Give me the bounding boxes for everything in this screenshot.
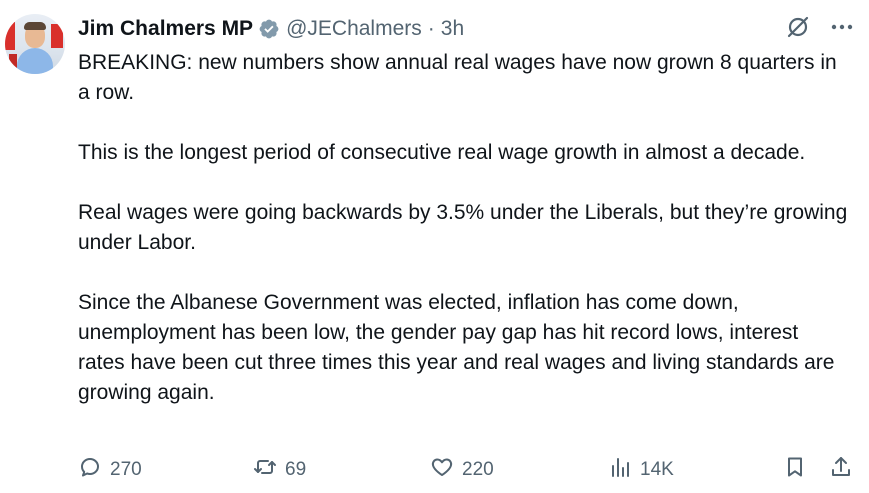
views-icon — [608, 455, 632, 485]
share-icon — [829, 455, 853, 485]
separator-dot: · — [427, 17, 435, 40]
repost-button[interactable]: 69 — [253, 455, 306, 485]
avatar[interactable] — [5, 14, 65, 74]
author-name[interactable]: Jim Chalmers MP — [78, 17, 253, 41]
reply-button[interactable]: 270 — [78, 455, 142, 485]
views-count: 14K — [640, 459, 674, 480]
action-bar: 270 69 220 14K — [78, 455, 858, 485]
repost-icon — [253, 455, 277, 485]
avatar-hair — [24, 22, 46, 30]
tweet-paragraph: Real wages were going backwards by 3.5% … — [78, 201, 848, 254]
avatar-shirt — [17, 48, 53, 74]
tweet-paragraph: This is the longest period of consecutiv… — [78, 141, 806, 164]
share-button[interactable] — [829, 455, 853, 485]
views-button[interactable]: 14K — [608, 455, 674, 485]
reply-count: 270 — [110, 459, 142, 480]
tweet-paragraph: Since the Albanese Government was electe… — [78, 291, 835, 404]
avatar-bg — [51, 24, 63, 48]
repost-count: 69 — [285, 459, 307, 480]
more-icon[interactable] — [829, 14, 855, 40]
top-actions — [785, 14, 855, 40]
author-handle[interactable]: @JEChalmers — [286, 17, 422, 41]
like-icon — [430, 455, 454, 485]
avatar-bg — [5, 22, 15, 50]
verified-badge-icon[interactable] — [258, 18, 280, 40]
reply-icon — [78, 455, 102, 485]
tweet-header: Jim Chalmers MP @JEChalmers · 3h — [78, 14, 464, 44]
like-count: 220 — [462, 459, 494, 480]
tweet-text: BREAKING: new numbers show annual real w… — [78, 48, 848, 408]
like-button[interactable]: 220 — [430, 455, 494, 485]
bookmark-icon — [783, 455, 807, 485]
post-time[interactable]: 3h — [441, 17, 464, 41]
avatar-bg — [9, 54, 17, 68]
bookmark-button[interactable] — [783, 455, 807, 485]
grok-icon[interactable] — [785, 14, 811, 40]
tweet-paragraph: BREAKING: new numbers show annual real w… — [78, 51, 837, 104]
